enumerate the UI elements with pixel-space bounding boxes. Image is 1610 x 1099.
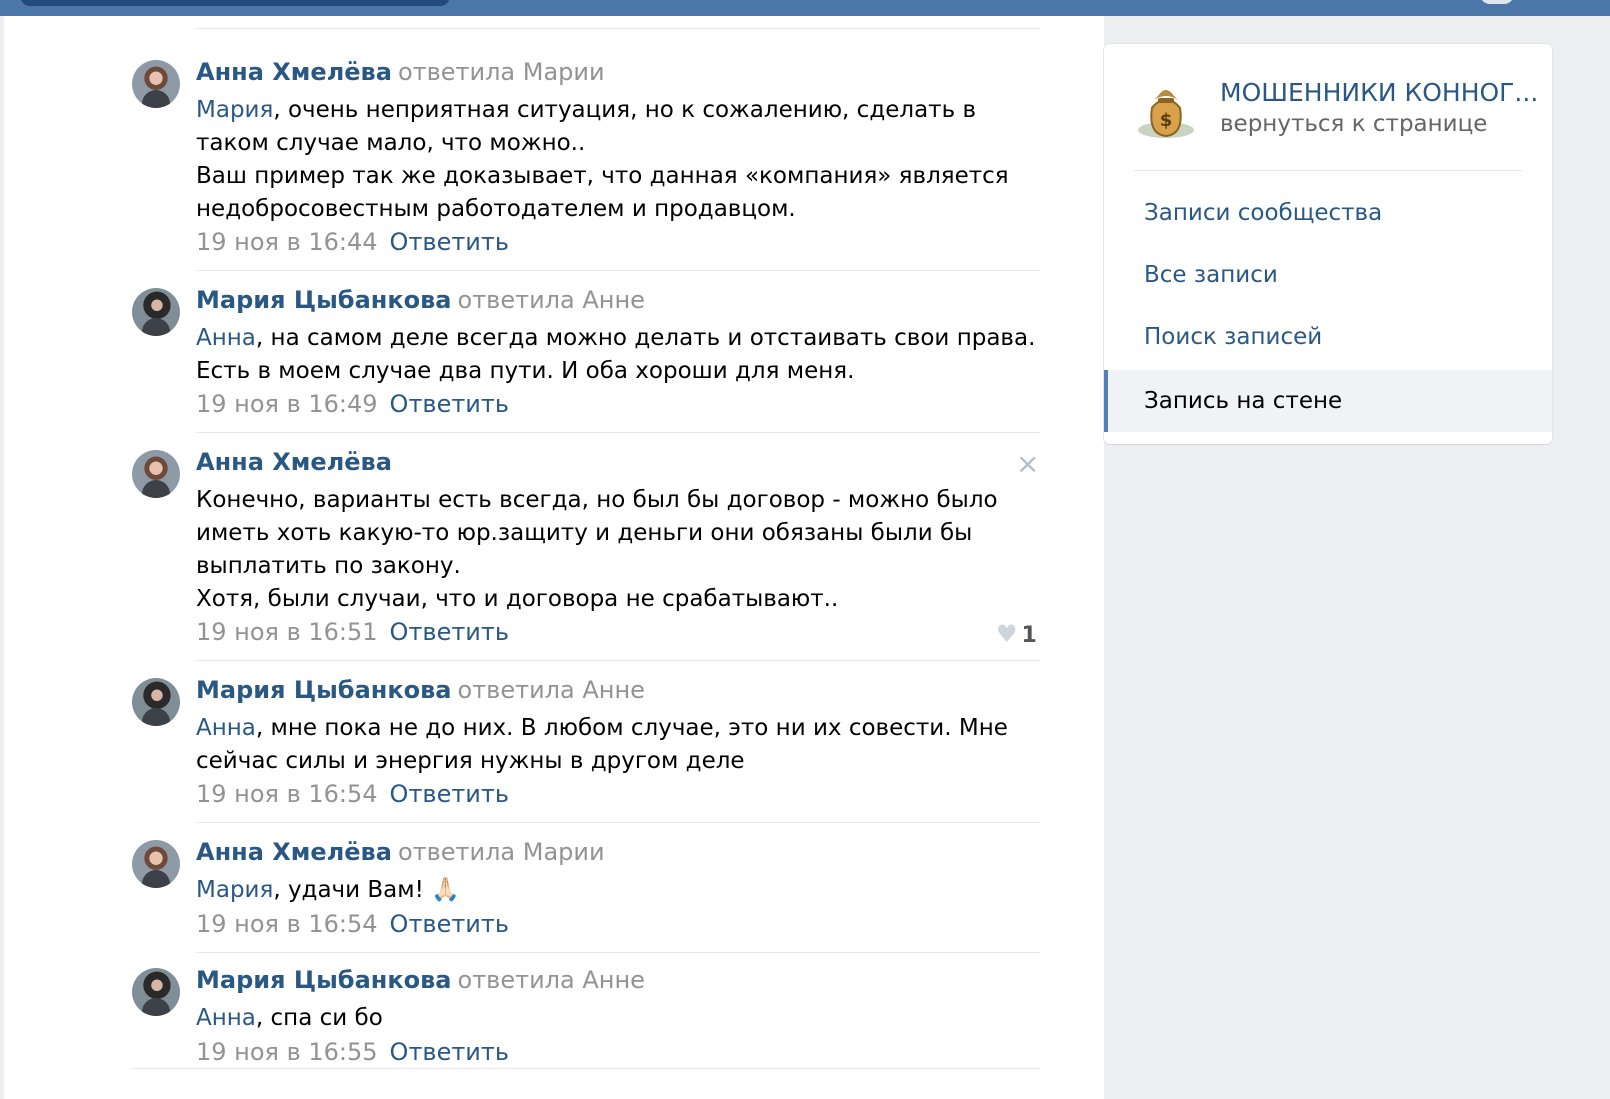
sidebar-item-label: Запись на стене (1144, 388, 1343, 414)
comments-feed: Анна Хмелёва ответила Марии Мария, очень … (4, 16, 1104, 1099)
comment-meta: 19 ноя в 16:55 Ответить (196, 1038, 509, 1066)
avatar[interactable] (132, 288, 180, 336)
comment-meta: 19 ноя в 16:49 Ответить (196, 390, 509, 418)
replied-to-label[interactable]: ответила Анне (458, 966, 645, 994)
comment-time[interactable]: 19 ноя в 16:54 (196, 910, 378, 938)
comment-text: Анна, на самом деле всегда можно делать … (196, 322, 1056, 388)
comment-time[interactable]: 19 ноя в 16:51 (196, 618, 378, 646)
divider (196, 660, 1040, 661)
sidebar-item-label: Записи сообщества (1144, 200, 1383, 226)
reply-button[interactable]: Ответить (390, 390, 509, 418)
back-to-page-link[interactable]: вернуться к странице (1220, 111, 1487, 137)
mention-link[interactable]: Мария (196, 877, 273, 903)
avatar[interactable] (132, 678, 180, 726)
comment-author: Анна Хмелёва (196, 448, 392, 476)
avatar[interactable] (132, 968, 180, 1016)
avatar[interactable] (132, 60, 180, 108)
comment-author: Мария Цыбанкова ответила Анне (196, 966, 645, 994)
comment-author: Мария Цыбанкова ответила Анне (196, 676, 645, 704)
comment-text: Мария, очень неприятная ситуация, но к с… (196, 94, 1056, 226)
replied-to-label[interactable]: ответила Анне (458, 676, 645, 704)
comment-meta: 19 ноя в 16:54 Ответить (196, 780, 509, 808)
group-name-link[interactable]: МОШЕННИКИ КОННОГ... (1220, 78, 1538, 107)
divider (1134, 170, 1522, 171)
comment-time[interactable]: 19 ноя в 16:55 (196, 1038, 378, 1066)
sidebar-menu: $ МОШЕННИКИ КОННОГ... вернуться к страни… (1104, 44, 1552, 444)
reply-button[interactable]: Ответить (390, 910, 509, 938)
replied-to-label[interactable]: ответила Марии (398, 58, 605, 86)
comment-meta: 19 ноя в 16:54 Ответить (196, 910, 509, 938)
sidebar-item-community-posts[interactable]: Записи сообщества (1104, 182, 1552, 244)
svg-text:$: $ (1160, 110, 1173, 131)
author-link[interactable]: Мария Цыбанкова (196, 676, 452, 704)
comment-body: , спа си бо (255, 1005, 383, 1031)
group-logo[interactable]: $ (1134, 78, 1198, 142)
comment-author: Мария Цыбанкова ответила Анне (196, 286, 645, 314)
comment-text: Конечно, варианты есть всегда, но был бы… (196, 484, 1056, 616)
reply-button[interactable]: Ответить (390, 228, 509, 256)
heart-icon: ♥ (996, 620, 1018, 648)
sidebar-item-label: Все записи (1144, 262, 1278, 288)
comment-text: Анна, спа си бо (196, 1002, 1056, 1035)
author-link[interactable]: Анна Хмелёва (196, 448, 392, 476)
mention-link[interactable]: Мария (196, 97, 273, 123)
comment-text: Мария, удачи Вам! 🙏🏻 (196, 874, 1056, 907)
mention-link[interactable]: Анна (196, 1005, 256, 1031)
sidebar-item-label: Поиск записей (1144, 324, 1323, 350)
comment-body: Конечно, варианты есть всегда, но был бы… (196, 487, 998, 579)
divider (132, 1068, 1040, 1069)
mention-link[interactable]: Анна (196, 715, 256, 741)
comment-meta: 19 ноя в 16:44 Ответить (196, 228, 509, 256)
comment-author: Анна Хмелёва ответила Марии (196, 58, 605, 86)
author-link[interactable]: Анна Хмелёва (196, 58, 392, 86)
comment-time[interactable]: 19 ноя в 16:49 (196, 390, 378, 418)
close-icon[interactable]: × (1016, 450, 1039, 478)
author-link[interactable]: Мария Цыбанкова (196, 966, 452, 994)
comment-body: , удачи Вам! 🙏🏻 (273, 877, 460, 903)
divider (196, 822, 1040, 823)
like-count: 1 (1021, 623, 1037, 648)
money-bag-icon: $ (1138, 90, 1194, 138)
comment-body: , очень неприятная ситуация, но к сожале… (196, 97, 976, 156)
author-link[interactable]: Мария Цыбанкова (196, 286, 452, 314)
reply-button[interactable]: Ответить (390, 618, 509, 646)
sidebar-item-search-posts[interactable]: Поиск записей (1104, 306, 1552, 368)
comment-body: , мне пока не до них. В любом случае, эт… (196, 715, 1008, 774)
avatar[interactable] (132, 450, 180, 498)
top-navigation-bar (0, 0, 1610, 16)
avatar[interactable] (132, 840, 180, 888)
divider (196, 952, 1040, 953)
divider (196, 432, 1040, 433)
comment-time[interactable]: 19 ноя в 16:44 (196, 228, 378, 256)
replied-to-label[interactable]: ответила Марии (398, 838, 605, 866)
comment-body-line: Хотя, были случаи, что и договора не сра… (196, 586, 839, 612)
sidebar-item-wall-post[interactable]: Запись на стене (1104, 370, 1552, 432)
reply-button[interactable]: Ответить (390, 780, 509, 808)
user-menu[interactable] (1480, 0, 1514, 4)
sidebar-item-all-posts[interactable]: Все записи (1104, 244, 1552, 306)
comment-body: , на самом деле всегда можно делать и от… (196, 325, 1036, 384)
reply-button[interactable]: Ответить (390, 1038, 509, 1066)
divider (196, 28, 1040, 29)
replied-to-label[interactable]: ответила Анне (458, 286, 645, 314)
comment-body-line: Ваш пример так же доказывает, что данная… (196, 163, 1009, 222)
search-input[interactable] (20, 0, 450, 6)
comment-meta: 19 ноя в 16:51 Ответить (196, 618, 509, 646)
author-link[interactable]: Анна Хмелёва (196, 838, 392, 866)
divider (196, 270, 1040, 271)
like-button[interactable]: ♥ 1 (996, 620, 1037, 648)
comment-text: Анна, мне пока не до них. В любом случае… (196, 712, 1056, 778)
mention-link[interactable]: Анна (196, 325, 256, 351)
comment-time[interactable]: 19 ноя в 16:54 (196, 780, 378, 808)
comment-author: Анна Хмелёва ответила Марии (196, 838, 605, 866)
